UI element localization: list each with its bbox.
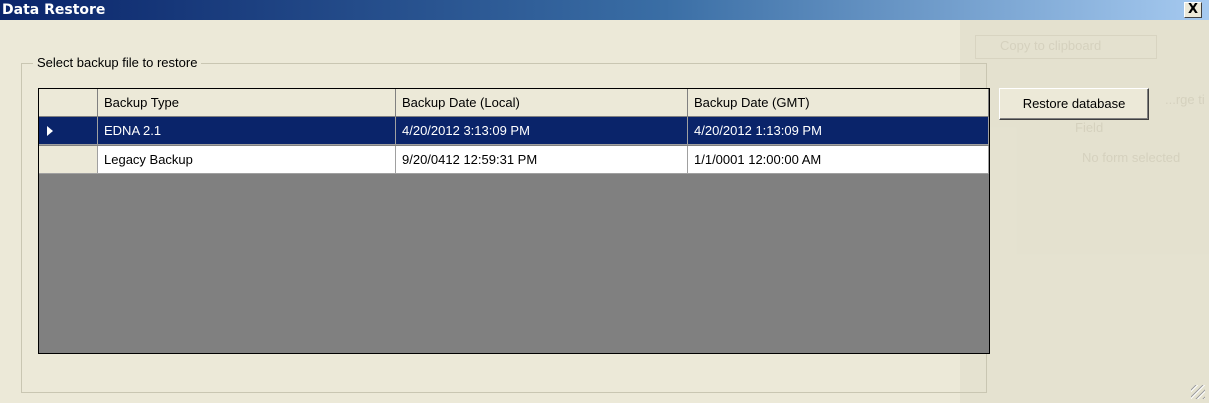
table-row[interactable]: Legacy Backup 9/20/0412 12:59:31 PM 1/1/… — [39, 146, 989, 175]
background-window-ghost: Copy to clipboard ...rge ti Field No for… — [960, 20, 1209, 403]
close-button[interactable]: X — [1184, 2, 1202, 18]
grid-corner-cell — [39, 89, 98, 117]
cell-date-local[interactable]: 4/20/2012 3:13:09 PM — [396, 117, 688, 145]
column-header-date-local[interactable]: Backup Date (Local) — [396, 89, 688, 117]
resize-grip-icon[interactable] — [1191, 385, 1205, 399]
cell-date-gmt[interactable]: 1/1/0001 12:00:00 AM — [688, 146, 989, 174]
backup-grid[interactable]: Backup Type Backup Date (Local) Backup D… — [38, 88, 990, 354]
column-header-backup-type[interactable]: Backup Type — [98, 89, 396, 117]
close-icon: X — [1187, 2, 1199, 17]
column-header-date-gmt[interactable]: Backup Date (GMT) — [688, 89, 989, 117]
cell-backup-type[interactable]: EDNA 2.1 — [98, 117, 396, 145]
row-header-cell[interactable] — [39, 146, 98, 174]
cell-date-gmt[interactable]: 4/20/2012 1:13:09 PM — [688, 117, 989, 145]
table-row[interactable]: EDNA 2.1 4/20/2012 3:13:09 PM 4/20/2012 … — [39, 117, 989, 146]
grid-header-row: Backup Type Backup Date (Local) Backup D… — [39, 89, 989, 118]
groupbox-legend: Select backup file to restore — [33, 55, 202, 70]
row-header-cell[interactable] — [39, 117, 98, 145]
ghost-copy-label: Copy to clipboard — [1000, 38, 1102, 53]
ghost-field-label: Field — [1075, 120, 1104, 135]
current-row-arrow-icon — [47, 126, 53, 136]
cell-date-local[interactable]: 9/20/0412 12:59:31 PM — [396, 146, 688, 174]
ghost-merge-label: ...rge ti — [1165, 92, 1205, 107]
restore-database-button[interactable]: Restore database — [999, 88, 1149, 120]
window-title: Data Restore — [2, 2, 106, 18]
ghost-no-form-label: No form selected — [1082, 150, 1181, 165]
cell-backup-type[interactable]: Legacy Backup — [98, 146, 396, 174]
title-bar[interactable]: Data Restore X — [0, 0, 1209, 20]
